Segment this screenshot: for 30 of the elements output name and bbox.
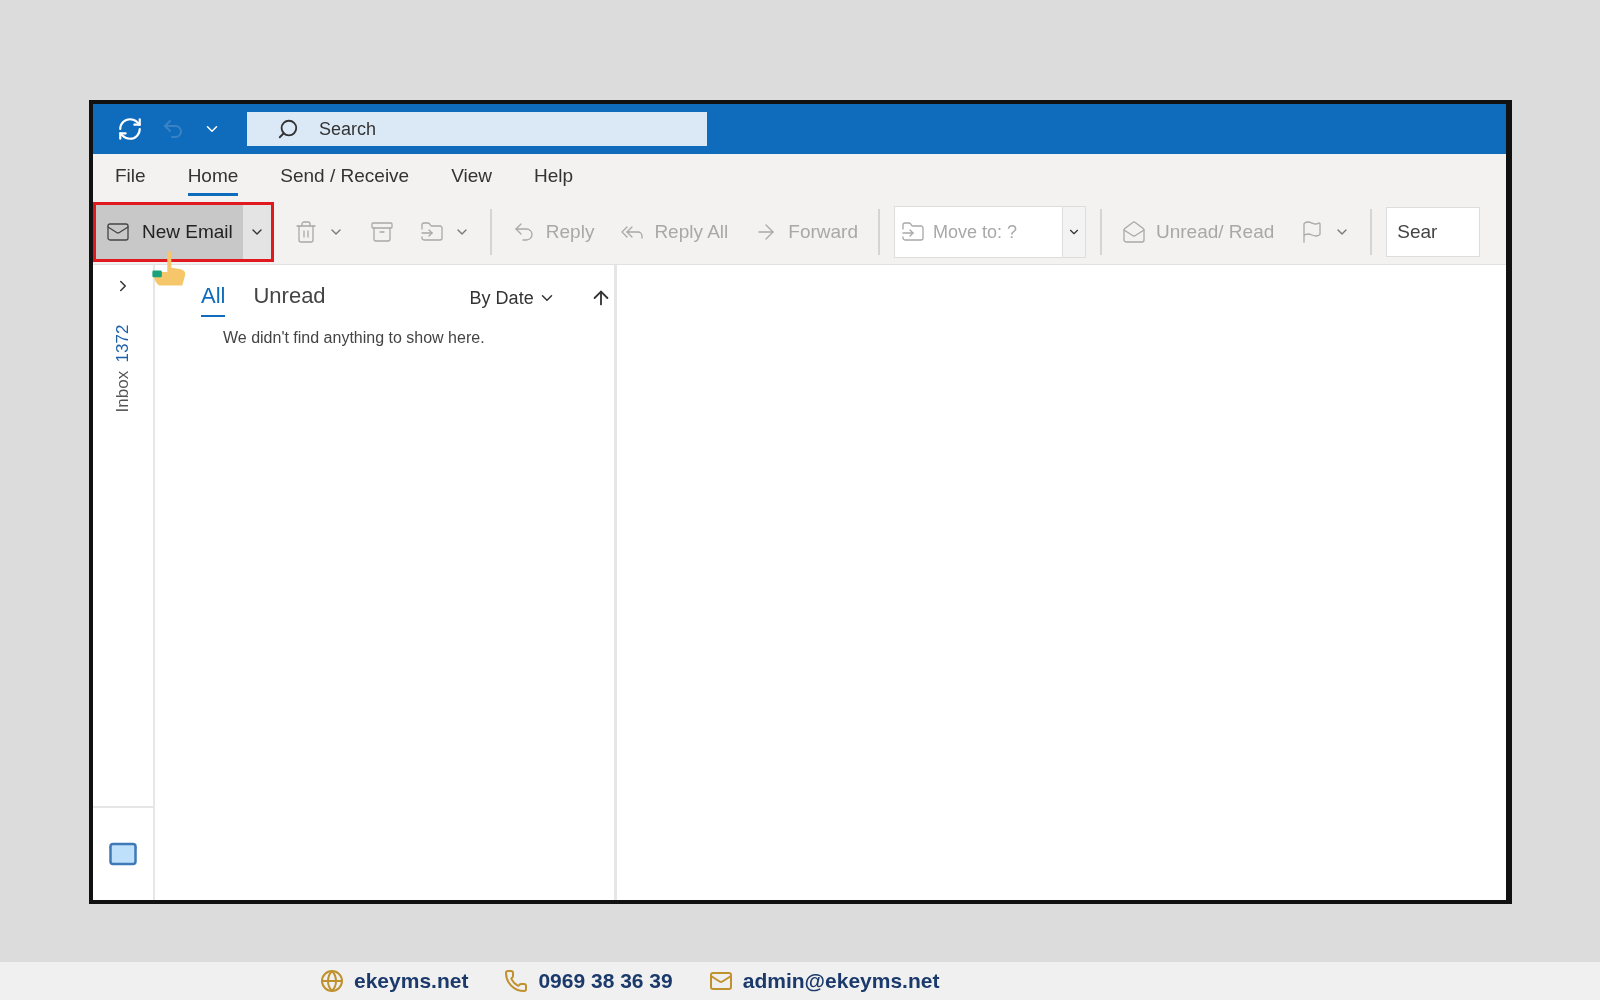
- search-field[interactable]: Search: [247, 112, 707, 146]
- unread-count: 1372: [113, 325, 133, 363]
- search-icon: [277, 118, 299, 140]
- undo-icon[interactable]: [161, 117, 185, 141]
- menu-tab[interactable]: File: [115, 158, 146, 196]
- empty-message: We didn't find anything to show here.: [223, 329, 486, 347]
- contact-info: admin@ekeyms.net: [708, 969, 940, 993]
- open-envelope-icon: [1122, 220, 1146, 244]
- menu-tab[interactable]: View: [451, 158, 492, 196]
- dropdown-button[interactable]: [242, 205, 271, 259]
- archive-icon: [369, 220, 394, 244]
- menu-tab[interactable]: Send / Receive: [280, 158, 410, 196]
- phone-icon: [504, 969, 529, 993]
- sort-button[interactable]: By Date: [463, 286, 562, 310]
- folder-arrow-icon: [419, 220, 444, 244]
- ribbon-search-field[interactable]: Sear: [1386, 207, 1481, 257]
- menu-tab[interactable]: Help: [534, 158, 574, 196]
- folder-arrow-icon: [901, 220, 925, 244]
- menu-tab[interactable]: Home: [187, 158, 239, 196]
- contact-info: ekeyms.net: [320, 969, 469, 993]
- filter-tab[interactable]: All: [201, 279, 226, 317]
- sync-icon[interactable]: [117, 116, 143, 142]
- new-email-split-button[interactable]: New Email: [93, 202, 274, 262]
- folder-name[interactable]: Inbox: [113, 370, 133, 413]
- search-input[interactable]: Search: [317, 117, 553, 141]
- envelope-icon: [106, 220, 130, 244]
- new-email-button[interactable]: New Email: [96, 205, 243, 259]
- filter-tab[interactable]: Unread: [253, 279, 326, 317]
- web-icon: [320, 969, 344, 993]
- contact-info: 0969 38 36 39: [504, 969, 673, 993]
